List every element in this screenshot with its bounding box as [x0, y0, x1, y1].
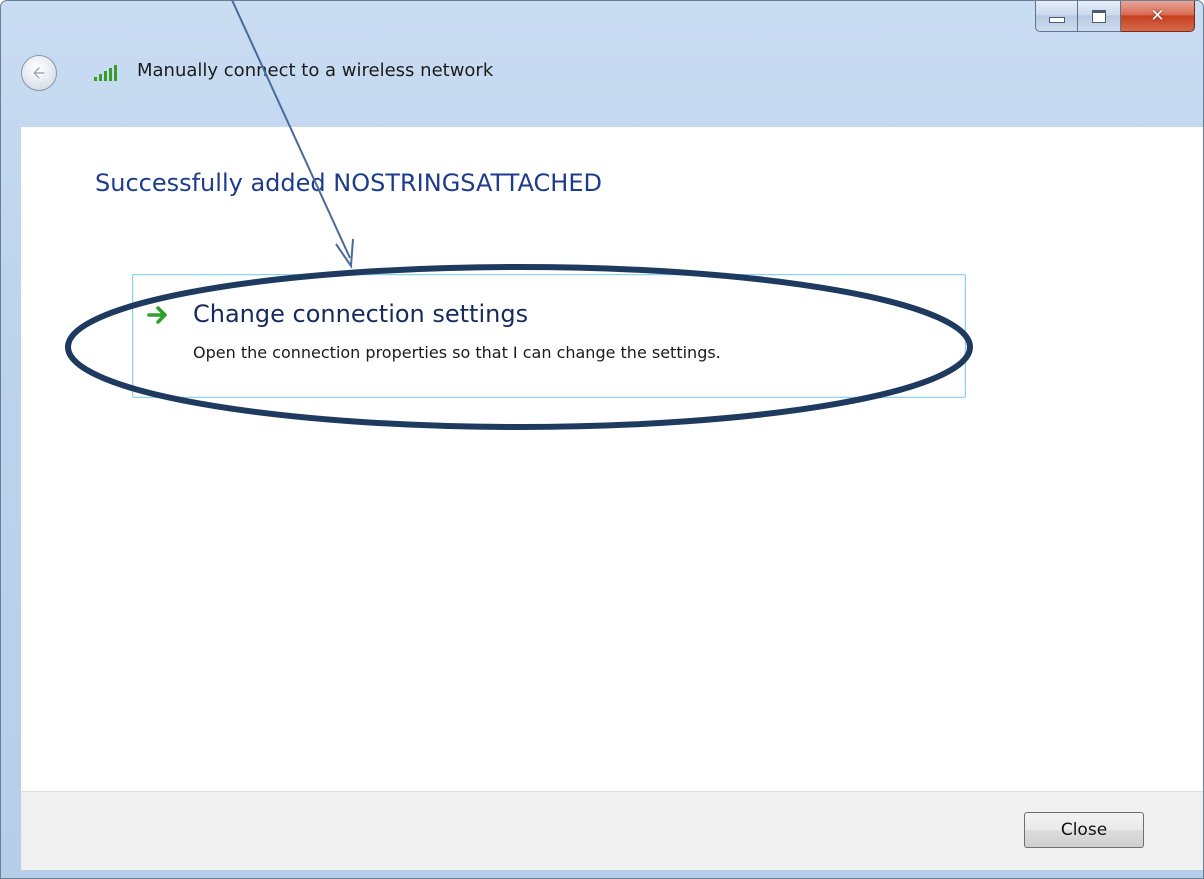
maximize-icon: [1092, 9, 1106, 23]
close-icon: ✕: [1150, 6, 1165, 26]
window-title: Manually connect to a wireless network: [137, 60, 494, 81]
back-button[interactable]: [21, 55, 57, 91]
change-connection-settings-link[interactable]: Change connection settings Open the conn…: [132, 274, 966, 398]
content-area: Successfully added NOSTRINGSATTACHED Cha…: [21, 127, 1203, 791]
green-arrow-icon: [147, 306, 167, 324]
close-button[interactable]: Close: [1024, 812, 1144, 848]
minimize-button[interactable]: [1035, 1, 1078, 32]
footer-bar: Close: [21, 791, 1203, 870]
window-close-button[interactable]: ✕: [1121, 1, 1195, 32]
command-link-description: Open the connection properties so that I…: [193, 343, 721, 362]
back-arrow-icon: [32, 66, 46, 80]
minimize-icon: [1048, 17, 1065, 23]
page-title: Successfully added NOSTRINGSATTACHED: [95, 169, 602, 197]
wireless-signal-icon: [94, 65, 117, 81]
caption-buttons: ✕: [1035, 1, 1195, 35]
command-link-title: Change connection settings: [193, 300, 529, 328]
maximize-button[interactable]: [1078, 1, 1121, 32]
wizard-window: ✕ Manually connect to a wireless network…: [0, 0, 1204, 879]
